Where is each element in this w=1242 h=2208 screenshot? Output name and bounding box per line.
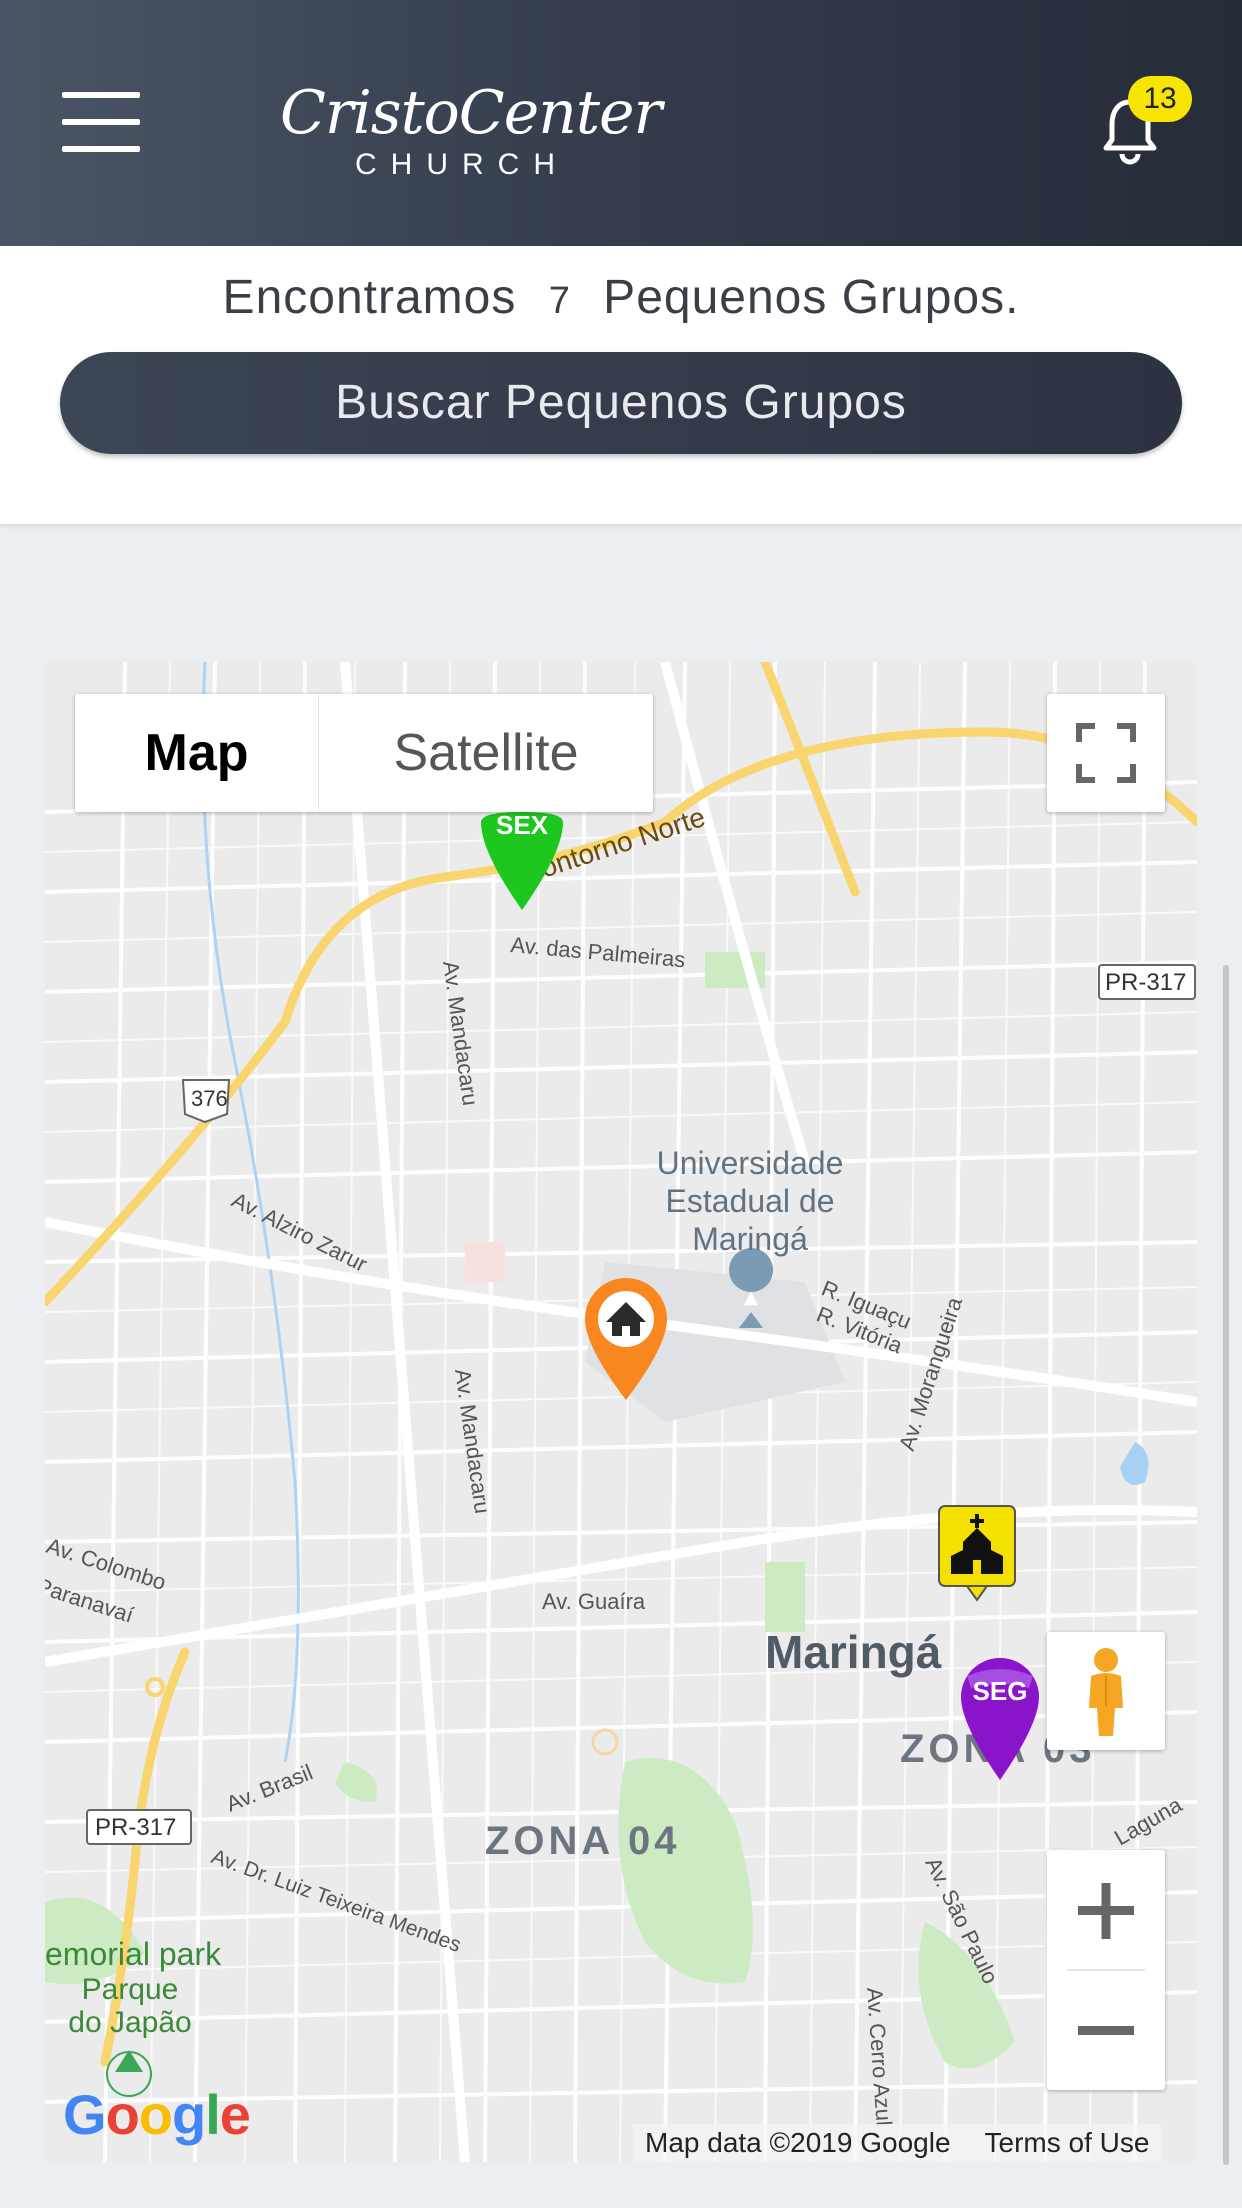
marker-sex-label: SEX	[496, 812, 549, 840]
map-attribution: Map data ©2019 Google Terms of Use	[633, 2124, 1162, 2162]
terms-of-use-link[interactable]: Terms of Use	[985, 2127, 1150, 2158]
label-guaira: Av. Guaíra	[542, 1589, 646, 1614]
page-scrollbar[interactable]	[1223, 965, 1229, 2165]
group-marker-seg[interactable]: SEG	[957, 1654, 1043, 1784]
notification-badge[interactable]: 13	[1128, 76, 1192, 122]
map-canvas[interactable]: ▲ Contorno Norte Av. das Palmeiras PR-31…	[45, 662, 1197, 2162]
map-type-map-button[interactable]: Map	[75, 694, 319, 812]
logo: CristoCenter CHURCH	[280, 78, 662, 188]
menu-icon[interactable]	[62, 92, 140, 152]
plus-icon	[1078, 1883, 1134, 1939]
google-logo: Google	[63, 2083, 251, 2146]
search-groups-button[interactable]: Buscar Pequenos Grupos	[60, 352, 1182, 454]
zoom-out-button[interactable]	[1047, 1970, 1165, 2090]
map-type-satellite-button[interactable]: Satellite	[319, 694, 653, 812]
map-view[interactable]: ▲ Contorno Norte Av. das Palmeiras PR-31…	[45, 662, 1197, 2162]
results-suffix: Pequenos Grupos.	[603, 271, 1020, 324]
church-marker[interactable]	[937, 1504, 1017, 1604]
zoom-control	[1047, 1850, 1165, 2090]
marker-seg-label: SEG	[973, 1676, 1028, 1706]
logo-script: CristoCenter	[280, 78, 662, 148]
label-uem-2: Estadual de	[665, 1183, 834, 1219]
label-zona-04: ZONA 04	[485, 1819, 680, 1863]
label-uem-3: Maringá	[692, 1221, 808, 1257]
pegman-icon	[1089, 1648, 1123, 1736]
label-memorial-park: emorial park	[45, 1936, 222, 1972]
app-header: CristoCenter CHURCH 13	[0, 0, 1242, 246]
minus-icon	[1078, 2026, 1134, 2035]
label-maringa: Maringá	[765, 1626, 942, 1678]
label-uem-1: Universidade	[657, 1145, 844, 1181]
fullscreen-icon	[1076, 723, 1136, 783]
results-prefix: Encontramos	[222, 271, 517, 324]
label-parque-2: do Japão	[68, 2006, 191, 2039]
label-pr317-bottom: PR-317	[95, 1814, 176, 1841]
group-marker-sex[interactable]: SEX	[477, 812, 567, 912]
results-panel: Encontramos 7 Pequenos Grupos. Buscar Pe…	[0, 246, 1242, 524]
label-pr317-top: PR-317	[1105, 969, 1186, 996]
fullscreen-button[interactable]	[1047, 694, 1165, 812]
map-data-attribution: Map data ©2019 Google	[645, 2127, 951, 2158]
home-marker[interactable]	[581, 1274, 671, 1404]
label-376: 376	[191, 1086, 228, 1111]
svg-text:▲: ▲	[744, 1287, 758, 1308]
street-view-button[interactable]	[1047, 1632, 1165, 1750]
label-parque-1: Parque	[82, 1973, 179, 2006]
map-type-control: Map Satellite	[75, 694, 653, 812]
logo-subtitle: CHURCH	[355, 148, 569, 181]
results-count: 7	[548, 280, 571, 322]
results-summary: Encontramos 7 Pequenos Grupos.	[0, 268, 1242, 331]
zoom-in-button[interactable]	[1047, 1850, 1165, 1970]
